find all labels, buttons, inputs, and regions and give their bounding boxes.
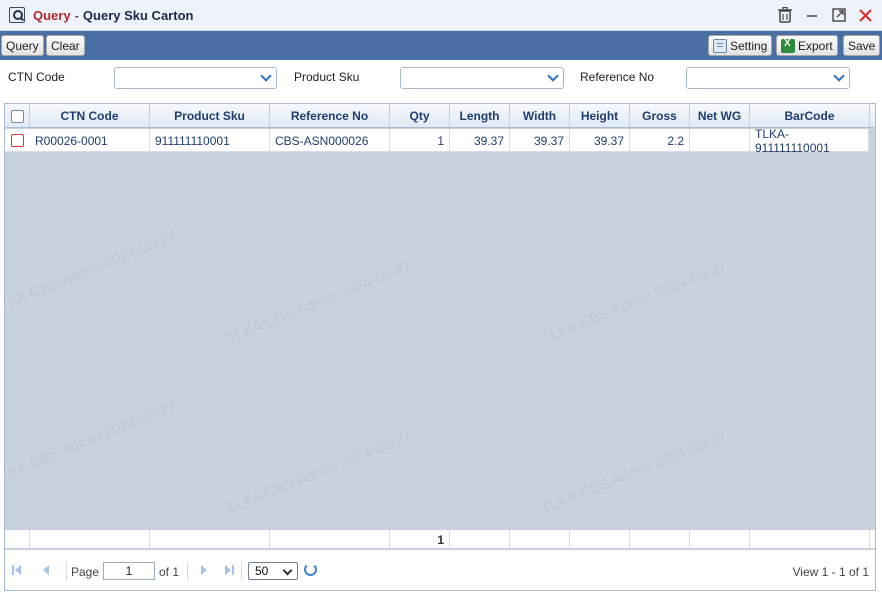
row-checkbox[interactable]: [11, 133, 24, 147]
export-label: Export: [798, 38, 833, 53]
filter-bar: CTN Code Product Sku Reference No: [0, 60, 882, 102]
chevron-down-icon[interactable]: [543, 68, 563, 88]
select-all-checkbox[interactable]: [10, 109, 24, 123]
watermark: TLKA CBS Admin 2024-05-27: [4, 227, 180, 318]
col-header-barcode[interactable]: BarCode: [750, 104, 870, 128]
data-grid: CTN Code Product Sku Reference No Qty Le…: [4, 103, 876, 591]
maximize-icon[interactable]: [830, 6, 847, 24]
window-title-main: Query: [33, 7, 71, 23]
window-titlebar: Query - Query Sku Carton: [0, 0, 882, 31]
summary-row: 1: [5, 529, 875, 549]
watermark: TLKA CBS Admin 2024-05-27: [539, 257, 730, 348]
page-label: Page: [71, 565, 100, 579]
page-number-input[interactable]: [103, 562, 155, 580]
pager: Page of 1 50 View 1 - 1 of 1: [5, 550, 875, 590]
setting-icon: [713, 38, 727, 53]
cell-barcode: TLKA-911111110001: [750, 127, 869, 155]
sum-qty: 1: [390, 530, 450, 549]
window-title: Query - Query Sku Carton: [33, 8, 193, 23]
cell-qty: 1: [390, 129, 450, 152]
view-range-text: View 1 - 1 of 1: [792, 565, 870, 579]
setting-button[interactable]: Setting: [708, 35, 773, 56]
col-header-width[interactable]: Width: [510, 104, 570, 128]
export-button[interactable]: Export: [776, 35, 838, 56]
watermark: TLKA CBS Admin 2024-05-27: [224, 427, 415, 518]
reference-no-label: Reference No: [580, 70, 655, 84]
col-header-gross[interactable]: Gross: [630, 104, 690, 128]
col-header-qty[interactable]: Qty: [390, 104, 450, 128]
select-all-cell: [5, 104, 30, 128]
prev-page-icon[interactable]: [39, 564, 51, 576]
col-header-reference-no[interactable]: Reference No: [270, 104, 390, 128]
product-sku-select[interactable]: [400, 67, 564, 89]
ctn-code-select[interactable]: [114, 67, 277, 89]
product-sku-label: Product Sku: [294, 70, 360, 84]
window-controls: [776, 6, 874, 24]
grid-header: CTN Code Product Sku Reference No Qty Le…: [5, 104, 875, 128]
first-page-icon[interactable]: [11, 564, 23, 576]
col-header-net-wg[interactable]: Net WG: [690, 104, 750, 128]
search-icon: [9, 7, 25, 23]
cell-height: 39.37: [570, 129, 630, 152]
page-size-value: 50: [255, 564, 269, 578]
clear-button[interactable]: Clear: [46, 35, 85, 56]
col-header-product-sku[interactable]: Product Sku: [150, 104, 270, 128]
last-page-icon[interactable]: [223, 564, 235, 576]
col-header-length[interactable]: Length: [450, 104, 510, 128]
save-button[interactable]: Save: [843, 35, 881, 56]
row-select-cell: [5, 129, 30, 151]
watermark: TLKA CBS Admin 2024-05-27: [539, 427, 730, 518]
query-button[interactable]: Query: [1, 35, 44, 56]
page-size-select[interactable]: 50: [248, 562, 298, 580]
watermark: TLKA CBS Admin 2024-05-27: [4, 397, 180, 488]
cell-net-wg: [690, 129, 750, 152]
col-header-ctn-code[interactable]: CTN Code: [30, 104, 150, 128]
next-page-icon[interactable]: [199, 564, 211, 576]
table-row[interactable]: R00026-0001 911111110001 CBS-ASN000026 1…: [5, 127, 869, 155]
trash-icon[interactable]: [776, 6, 793, 24]
col-header-height[interactable]: Height: [570, 104, 630, 128]
window-title-separator: -: [74, 7, 79, 23]
watermark: TLKA CBS Admin 2024-05-27: [224, 257, 415, 348]
cell-product-sku: 911111110001: [150, 129, 270, 152]
chevron-down-icon[interactable]: [256, 68, 276, 88]
minimize-icon[interactable]: [803, 6, 820, 24]
cell-gross: 2.2: [630, 129, 690, 152]
window-title-sub: Query Sku Carton: [82, 7, 194, 23]
close-icon[interactable]: [857, 6, 874, 24]
excel-icon: [781, 38, 795, 53]
page-total-label: of 1: [159, 565, 180, 579]
cell-ctn-code: R00026-0001: [30, 129, 150, 152]
refresh-icon[interactable]: [304, 563, 317, 576]
chevron-down-icon[interactable]: [829, 68, 849, 88]
cell-length: 39.37: [450, 129, 510, 152]
ctn-code-label: CTN Code: [8, 70, 65, 84]
toolbar: Query Clear Setting Export Save: [0, 31, 882, 60]
cell-reference-no: CBS-ASN000026: [270, 129, 390, 152]
reference-no-select[interactable]: [686, 67, 850, 89]
cell-width: 39.37: [510, 129, 570, 152]
setting-label: Setting: [730, 38, 768, 53]
